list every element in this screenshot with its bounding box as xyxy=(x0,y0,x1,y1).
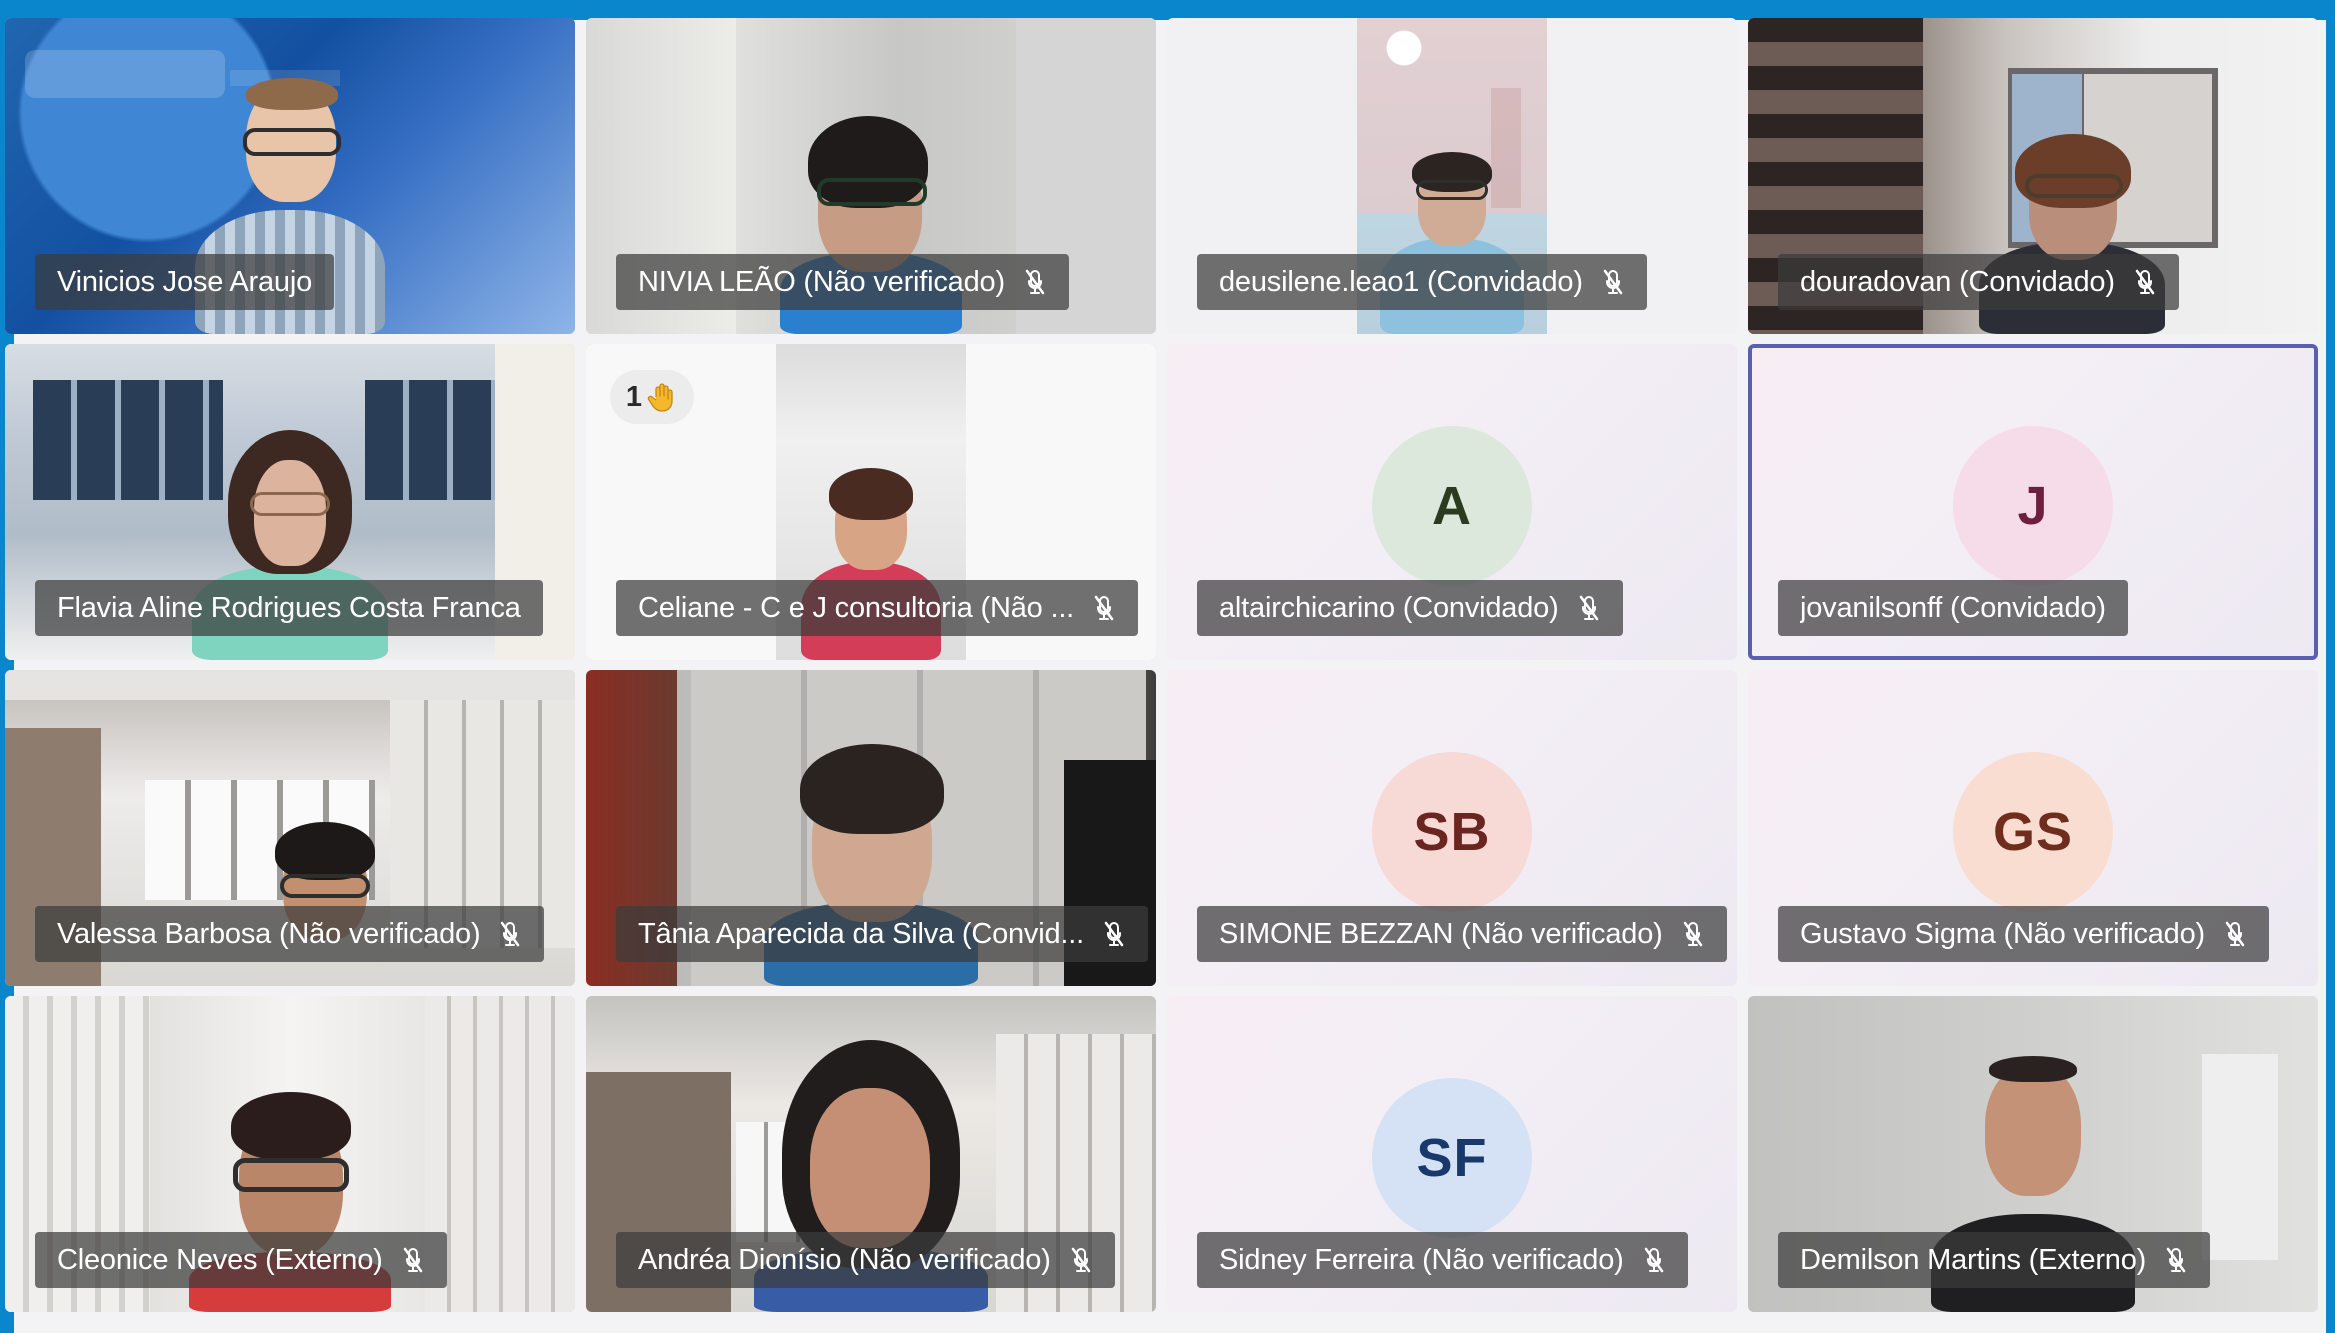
participant-name: Andréa Dionísio (Não verificado) xyxy=(638,1244,1051,1276)
avatar-initials: SB xyxy=(1413,802,1491,862)
mic-off-icon xyxy=(1683,921,1702,947)
avatar-initials: GS xyxy=(1992,802,2074,862)
participant-name-tag: SIMONE BEZZAN (Não verificado) xyxy=(1197,906,1727,962)
raised-hand-icon xyxy=(647,383,673,412)
mic-off-icon xyxy=(1071,1247,1090,1273)
participant-name-tag: Andréa Dionísio (Não verificado) xyxy=(616,1232,1115,1288)
participant-name-tag: Sidney Ferreira (Não verificado) xyxy=(1197,1232,1688,1288)
participant-name: Cleonice Neves (Externo) xyxy=(57,1244,383,1276)
participant-name-tag: Vinicios Jose Araujo xyxy=(35,254,335,310)
participant-name: SIMONE BEZZAN (Não verificado) xyxy=(1219,918,1663,950)
participant-name: douradovan (Convidado) xyxy=(1800,266,2115,298)
participant-name: Celiane - C e J consultoria (Não ... xyxy=(638,592,1075,624)
participant-avatar: GS xyxy=(1953,752,2113,912)
participant-name: Flavia Aline Rodrigues Costa Franca xyxy=(57,592,521,624)
participant-tile-sidney[interactable]: SF Sidney Ferreira (Não verificado) xyxy=(1167,996,1737,1312)
raised-hand-badge: 1 xyxy=(610,370,694,424)
participant-tile-flavia[interactable]: Flavia Aline Rodrigues Costa Franca xyxy=(5,344,575,660)
participants-grid: Vinicios Jose Araujo NIVIA LEÃO (Não ver… xyxy=(5,18,2318,1333)
participant-tile-andrea[interactable]: Andréa Dionísio (Não verificado) xyxy=(586,996,1156,1312)
mic-off-icon xyxy=(2166,1247,2186,1273)
participant-name: NIVIA LEÃO (Não verificado) xyxy=(638,266,1005,298)
participant-name-tag: Valessa Barbosa (Não verificado) xyxy=(35,906,545,962)
participant-tile-cleonice[interactable]: Cleonice Neves (Externo) xyxy=(5,996,575,1312)
participant-name-tag: Gustavo Sigma (Não verificado) xyxy=(1778,906,2269,962)
participant-name: Tânia Aparecida da Silva (Convid... xyxy=(638,918,1084,950)
participant-name-tag: Flavia Aline Rodrigues Costa Franca xyxy=(35,580,543,636)
mic-off-icon xyxy=(1104,921,1124,947)
participant-avatar: SB xyxy=(1372,752,1532,912)
participant-name-tag: NIVIA LEÃO (Não verificado) xyxy=(616,254,1069,310)
participant-name-tag: Demilson Martins (Externo) xyxy=(1778,1232,2211,1288)
participant-tile-valessa[interactable]: Valessa Barbosa (Não verificado) xyxy=(5,670,575,986)
participant-name-tag: Cleonice Neves (Externo) xyxy=(35,1232,447,1288)
avatar-initials: J xyxy=(2017,476,2049,536)
participant-avatar: SF xyxy=(1372,1078,1532,1238)
participant-name-tag: Tânia Aparecida da Silva (Convid... xyxy=(616,906,1148,962)
participant-name: Gustavo Sigma (Não verificado) xyxy=(1800,918,2205,950)
mic-off-icon xyxy=(1094,595,1114,621)
raised-hand-count: 1 xyxy=(625,380,643,413)
participant-name-tag: Celiane - C e J consultoria (Não ... xyxy=(616,580,1139,636)
mic-off-icon xyxy=(1644,1247,1663,1273)
participant-tile-altairchicarino[interactable]: A altairchicarino (Convidado) xyxy=(1167,344,1737,660)
mic-off-icon xyxy=(1025,269,1045,295)
participant-tile-douradovan[interactable]: douradovan (Convidado) xyxy=(1748,18,2318,334)
participant-name: jovanilsonff (Convidado) xyxy=(1800,592,2106,624)
participant-avatar: J xyxy=(1953,426,2113,586)
participant-name-tag: deusilene.leao1 (Convidado) xyxy=(1197,254,1647,310)
avatar-initials: A xyxy=(1432,476,1472,536)
participant-tile-jovanilsonff[interactable]: J jovanilsonff (Convidado) xyxy=(1748,344,2318,660)
participant-tile-gustavo[interactable]: GS Gustavo Sigma (Não verificado) xyxy=(1748,670,2318,986)
participant-tile-vinicios[interactable]: Vinicios Jose Araujo xyxy=(5,18,575,334)
participant-name: Demilson Martins (Externo) xyxy=(1800,1244,2147,1276)
participant-name: deusilene.leao1 (Convidado) xyxy=(1219,266,1583,298)
participant-tile-deusilene[interactable]: deusilene.leao1 (Convidado) xyxy=(1167,18,1737,334)
participant-tile-nivia[interactable]: NIVIA LEÃO (Não verificado) xyxy=(586,18,1156,334)
participant-tile-simone[interactable]: SB SIMONE BEZZAN (Não verificado) xyxy=(1167,670,1737,986)
mic-off-icon xyxy=(403,1247,422,1273)
participant-avatar: A xyxy=(1372,426,1532,586)
mic-off-icon xyxy=(2225,921,2245,947)
participant-tile-celiane[interactable]: 1 Celiane - C e J consultoria (Não ... xyxy=(586,344,1156,660)
mic-off-icon xyxy=(2135,269,2155,295)
avatar-initials: SF xyxy=(1416,1128,1488,1188)
mic-off-icon xyxy=(501,921,520,947)
participant-name-tag: altairchicarino (Convidado) xyxy=(1197,580,1623,636)
participant-name: Sidney Ferreira (Não verificado) xyxy=(1219,1244,1624,1276)
participant-name: Vinicios Jose Araujo xyxy=(57,266,313,298)
mic-off-icon xyxy=(1579,595,1598,621)
participant-name-tag: jovanilsonff (Convidado) xyxy=(1778,580,2128,636)
participant-name: Valessa Barbosa (Não verificado) xyxy=(57,918,481,950)
participant-name-tag: douradovan (Convidado) xyxy=(1778,254,2179,310)
mic-off-icon xyxy=(1603,269,1623,295)
participant-tile-demilson[interactable]: Demilson Martins (Externo) xyxy=(1748,996,2318,1312)
participant-tile-tania[interactable]: Tânia Aparecida da Silva (Convid... xyxy=(586,670,1156,986)
participant-name: altairchicarino (Convidado) xyxy=(1219,592,1559,624)
